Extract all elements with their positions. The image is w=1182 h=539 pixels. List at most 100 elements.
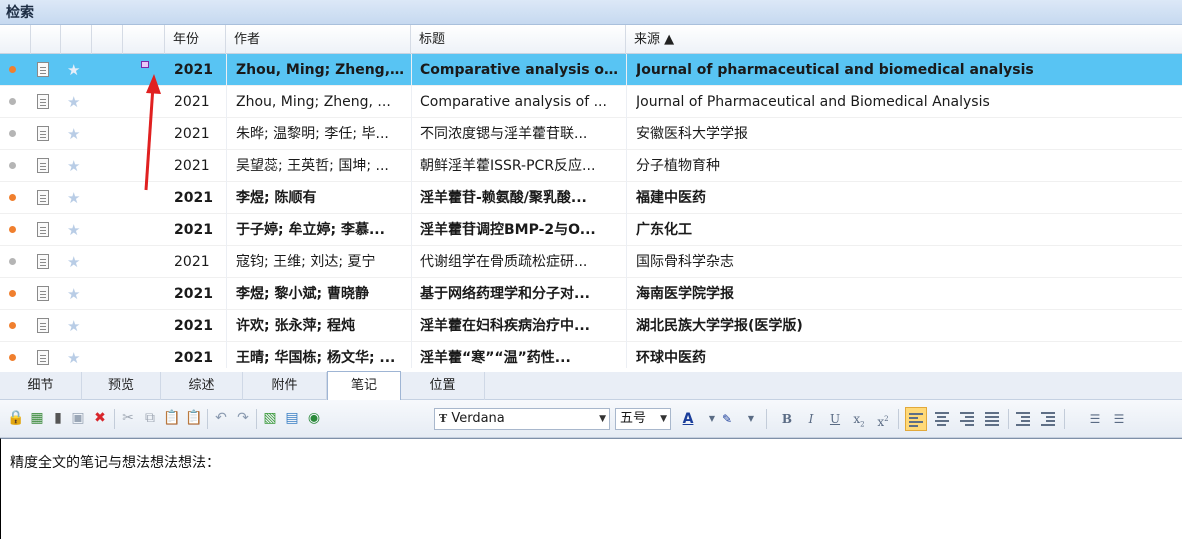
align-center-icon[interactable]	[935, 410, 949, 426]
justify-icon[interactable]	[985, 410, 999, 426]
redo-icon[interactable]: ↷	[233, 408, 253, 428]
underline-icon[interactable]: U	[824, 408, 846, 430]
document-icon[interactable]	[37, 286, 49, 301]
delete-icon[interactable]: ✖	[90, 408, 110, 428]
document-icon[interactable]	[37, 222, 49, 237]
font-size-select[interactable]: 五号 ▼	[615, 408, 671, 430]
col-read-status[interactable]	[0, 25, 31, 54]
tab-location[interactable]: 位置	[401, 372, 485, 400]
document-icon[interactable]	[37, 62, 49, 77]
undo-icon[interactable]: ↶	[211, 408, 231, 428]
star-icon[interactable]: ★	[67, 278, 80, 310]
note-editor[interactable]: 精度全文的笔记与想法想法想法：	[0, 438, 1182, 539]
highlight-icon[interactable]: ✎	[716, 408, 738, 430]
read-status-dot-icon[interactable]	[9, 194, 16, 201]
cell-source: 福建中医药	[636, 190, 706, 206]
read-status-dot-icon[interactable]	[9, 98, 16, 105]
subscript-icon[interactable]: x2	[848, 408, 870, 430]
col-author[interactable]: 作者	[226, 25, 411, 54]
read-status-dot-icon[interactable]	[9, 258, 16, 265]
table-row[interactable]: ★ 2021 李煜; 陈顺有 淫羊藿苷-赖氨酸/聚乳酸... 福建中医药	[0, 182, 1182, 214]
insert-image-icon[interactable]: ▧	[260, 408, 280, 428]
cut-icon[interactable]: ✂	[118, 408, 138, 428]
paste-icon[interactable]: 📋	[162, 408, 182, 428]
col-blank[interactable]	[92, 25, 123, 54]
save-icon[interactable]: ▣	[68, 408, 88, 428]
table-row[interactable]: ★ 2021 王晴; 华国栋; 杨文华; ... 淫羊藿“寒”“温”药性... 环球中医…	[0, 342, 1182, 368]
table-row[interactable]: ★ 2021 李煜; 黎小斌; 曹晓静 基于网络药理学和分子对... 海南医学院学报	[0, 278, 1182, 310]
tab-preview[interactable]: 预览	[82, 372, 161, 400]
tab-attachments[interactable]: 附件	[243, 372, 327, 400]
read-status-dot-icon[interactable]	[9, 354, 16, 361]
table-row[interactable]: ★ 2021 许欢; 张永萍; 程炖 淫羊藿在妇科疾病治疗中... 湖北民族大学学报(医…	[0, 310, 1182, 342]
star-icon[interactable]: ★	[67, 246, 80, 278]
indent-icon[interactable]	[1041, 410, 1055, 426]
tag-icon[interactable]	[141, 61, 149, 68]
tab-summary[interactable]: 综述	[161, 372, 243, 400]
star-icon[interactable]: ★	[67, 310, 80, 342]
cell-year: 2021	[174, 62, 213, 78]
document-icon[interactable]	[37, 254, 49, 269]
table-row[interactable]: ★ 2021 寇钧; 王维; 刘达; 夏宁 代谢组学在骨质疏松症研... 国际骨科学杂志	[0, 246, 1182, 278]
table-row[interactable]: ★ 2021 Zhou, Ming; Zheng, ... Comparative a…	[0, 54, 1182, 86]
cell-author: 寇钧; 王维; 刘达; 夏宁	[236, 254, 376, 270]
lock-icon[interactable]: 🔒	[6, 408, 26, 428]
bold-icon[interactable]: B	[776, 408, 798, 430]
col-source[interactable]: 来源 ▲	[626, 25, 1182, 54]
align-left-icon[interactable]	[905, 407, 927, 431]
document-icon[interactable]	[37, 94, 49, 109]
star-icon[interactable]: ★	[67, 150, 80, 182]
star-icon[interactable]: ★	[67, 86, 80, 118]
insert-link-icon[interactable]: ◉	[304, 408, 324, 428]
tab-details[interactable]: 细节	[0, 372, 82, 400]
document-icon[interactable]	[37, 318, 49, 333]
numbered-list-icon[interactable]: ☰	[1084, 408, 1106, 430]
outdent-icon[interactable]	[1016, 410, 1030, 426]
col-tag[interactable]	[123, 25, 165, 54]
star-icon[interactable]: ★	[67, 54, 80, 86]
document-icon[interactable]	[37, 158, 49, 173]
read-status-dot-icon[interactable]	[9, 290, 16, 297]
star-icon[interactable]: ★	[67, 182, 80, 214]
font-family-select[interactable]: Ŧ Verdana ▼	[434, 408, 610, 430]
insert-table-icon[interactable]: ▤	[282, 408, 302, 428]
search-panel-header: 检索	[0, 0, 1182, 25]
book-icon[interactable]: ▮	[48, 408, 68, 428]
document-icon[interactable]	[37, 190, 49, 205]
col-star[interactable]	[61, 25, 92, 54]
font-color-icon[interactable]: A	[677, 408, 699, 430]
cell-source: 海南医学院学报	[636, 286, 734, 302]
align-right-icon[interactable]	[960, 410, 974, 426]
bullet-list-icon[interactable]: ☰	[1108, 408, 1130, 430]
highlight-dropdown-icon[interactable]: ▼	[740, 408, 762, 430]
superscript-icon[interactable]: x2	[872, 408, 894, 430]
read-status-dot-icon[interactable]	[9, 162, 16, 169]
read-status-dot-icon[interactable]	[9, 226, 16, 233]
cell-author: Zhou, Ming; Zheng, ...	[236, 94, 391, 110]
cell-source: Journal of pharmaceutical and biomedical…	[636, 62, 1034, 78]
table-row[interactable]: ★ 2021 朱晔; 温黎明; 李任; 毕... 不同浓度锶与淫羊藿苷联... 安徽医科…	[0, 118, 1182, 150]
cell-title: Comparative analysis of ...	[420, 94, 607, 110]
copy-icon[interactable]: ⧉	[140, 408, 160, 428]
italic-icon[interactable]: I	[800, 408, 822, 430]
table-row[interactable]: ★ 2021 于子婷; 牟立婷; 李慕... 淫羊藿苷调控BMP-2与O... 广东化工	[0, 214, 1182, 246]
cell-source: 安徽医科大学学报	[636, 126, 748, 142]
document-icon[interactable]	[37, 350, 49, 365]
table-row[interactable]: ★ 2021 吴望蕊; 王英哲; 国坤; ... 朝鲜淫羊藿ISSR-PCR反应...…	[0, 150, 1182, 182]
document-icon[interactable]	[37, 126, 49, 141]
col-attachment[interactable]	[31, 25, 61, 54]
table-row[interactable]: ★ 2021 Zhou, Ming; Zheng, ... Comparative a…	[0, 86, 1182, 118]
star-icon[interactable]: ★	[67, 118, 80, 150]
star-icon[interactable]: ★	[67, 342, 80, 368]
col-title[interactable]: 标题	[411, 25, 626, 54]
cell-author: Zhou, Ming; Zheng, ...	[236, 62, 408, 78]
new-note-icon[interactable]: ▦	[27, 408, 47, 428]
cell-title: 基于网络药理学和分子对...	[420, 286, 590, 302]
col-year[interactable]: 年份	[165, 25, 226, 54]
paste-special-icon[interactable]: 📋	[184, 408, 204, 428]
read-status-dot-icon[interactable]	[9, 66, 16, 73]
read-status-dot-icon[interactable]	[9, 130, 16, 137]
tab-notes[interactable]: 笔记	[327, 371, 401, 400]
star-icon[interactable]: ★	[67, 214, 80, 246]
read-status-dot-icon[interactable]	[9, 322, 16, 329]
